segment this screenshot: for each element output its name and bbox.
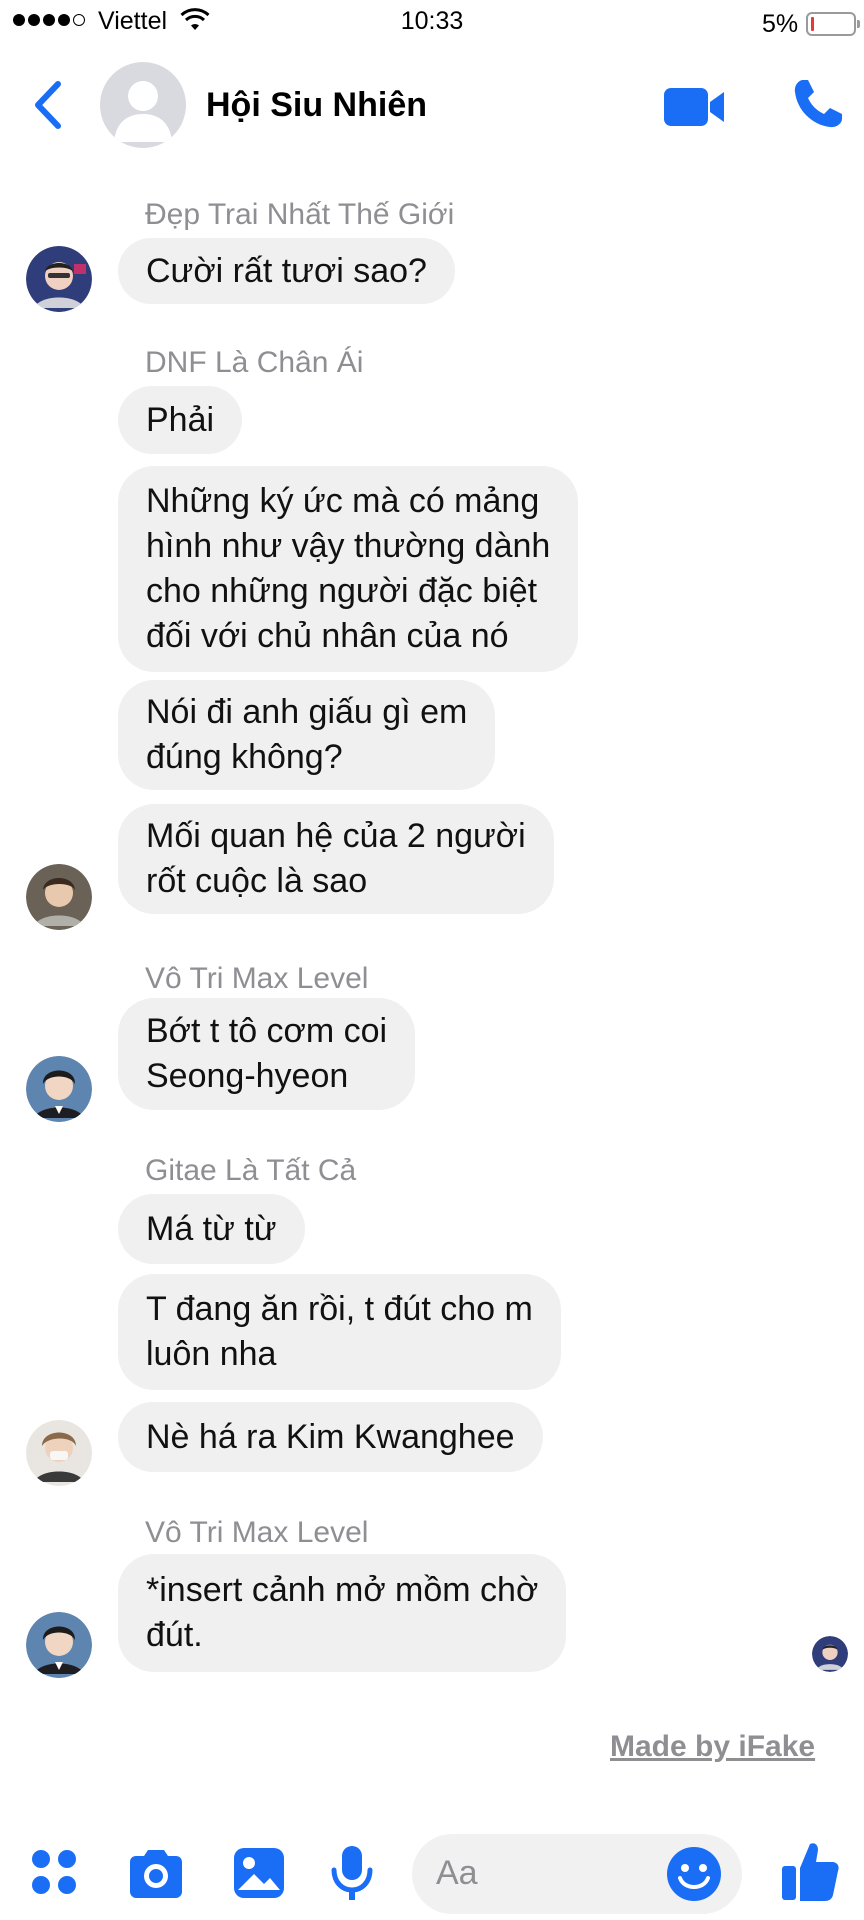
message-bubble[interactable]: Những ký ức mà có mảng hình như vậy thườ… bbox=[118, 466, 579, 672]
avatar[interactable] bbox=[26, 1420, 92, 1486]
conversation-header: Hội Siu Nhiên bbox=[0, 44, 864, 168]
sender-name: Đẹp Trai Nhất Thế Giới bbox=[145, 198, 455, 231]
avatar[interactable] bbox=[26, 1056, 92, 1122]
message-bubble[interactable]: Nè há ra Kim Kwanghee bbox=[118, 1402, 543, 1472]
message-bubble[interactable]: Bớt t tô cơm coi Seong-hyeon bbox=[118, 998, 416, 1110]
status-bar: Viettel 10:33 5% bbox=[0, 0, 864, 44]
battery-percentage: 5% bbox=[762, 10, 799, 38]
thumbs-up-icon[interactable] bbox=[780, 1840, 840, 1902]
emoji-icon[interactable] bbox=[666, 1846, 722, 1902]
message-bubble[interactable]: Mối quan hệ của 2 người rốt cuộc là sao bbox=[118, 804, 554, 914]
avatar[interactable] bbox=[26, 1612, 92, 1678]
message-bubble[interactable]: *insert cảnh mở mồm chờ đút. bbox=[118, 1554, 567, 1672]
conversation-title[interactable]: Hội Siu Nhiên bbox=[206, 86, 427, 125]
group-avatar[interactable] bbox=[100, 62, 186, 148]
video-call-icon[interactable] bbox=[662, 84, 726, 130]
image-gallery-icon[interactable] bbox=[232, 1846, 286, 1900]
microphone-icon[interactable] bbox=[330, 1844, 374, 1904]
watermark: Made by iFake bbox=[610, 1730, 816, 1763]
back-chevron-icon[interactable] bbox=[28, 78, 68, 132]
message-bubble[interactable]: Phải bbox=[118, 386, 243, 454]
message-input-placeholder: Aa bbox=[436, 1854, 478, 1892]
message-bubble[interactable]: Nói đi anh giấu gì em đúng không? bbox=[118, 680, 496, 790]
read-receipt-avatar bbox=[812, 1636, 848, 1672]
sender-name: DNF Là Chân Ái bbox=[145, 346, 364, 379]
phone-call-icon[interactable] bbox=[790, 76, 846, 132]
sender-name: Gitae Là Tất Cả bbox=[145, 1154, 357, 1187]
message-input[interactable]: Aa bbox=[412, 1834, 742, 1914]
sender-name: Vô Tri Max Level bbox=[145, 962, 369, 995]
battery-icon bbox=[806, 12, 860, 36]
message-bubble[interactable]: T đang ăn rồi, t đút cho m luôn nha bbox=[118, 1274, 561, 1390]
person-placeholder-icon bbox=[114, 81, 172, 142]
message-bubble[interactable]: Má từ từ bbox=[118, 1194, 305, 1264]
composer-bar: Aa bbox=[0, 1820, 864, 1920]
sender-name: Vô Tri Max Level bbox=[145, 1516, 369, 1549]
avatar[interactable] bbox=[26, 246, 92, 312]
message-bubble[interactable]: Cười rất tươi sao? bbox=[118, 238, 455, 304]
camera-icon[interactable] bbox=[126, 1850, 186, 1898]
avatar[interactable] bbox=[26, 864, 92, 930]
more-options-icon[interactable] bbox=[30, 1848, 78, 1896]
clock: 10:33 bbox=[400, 7, 464, 35]
